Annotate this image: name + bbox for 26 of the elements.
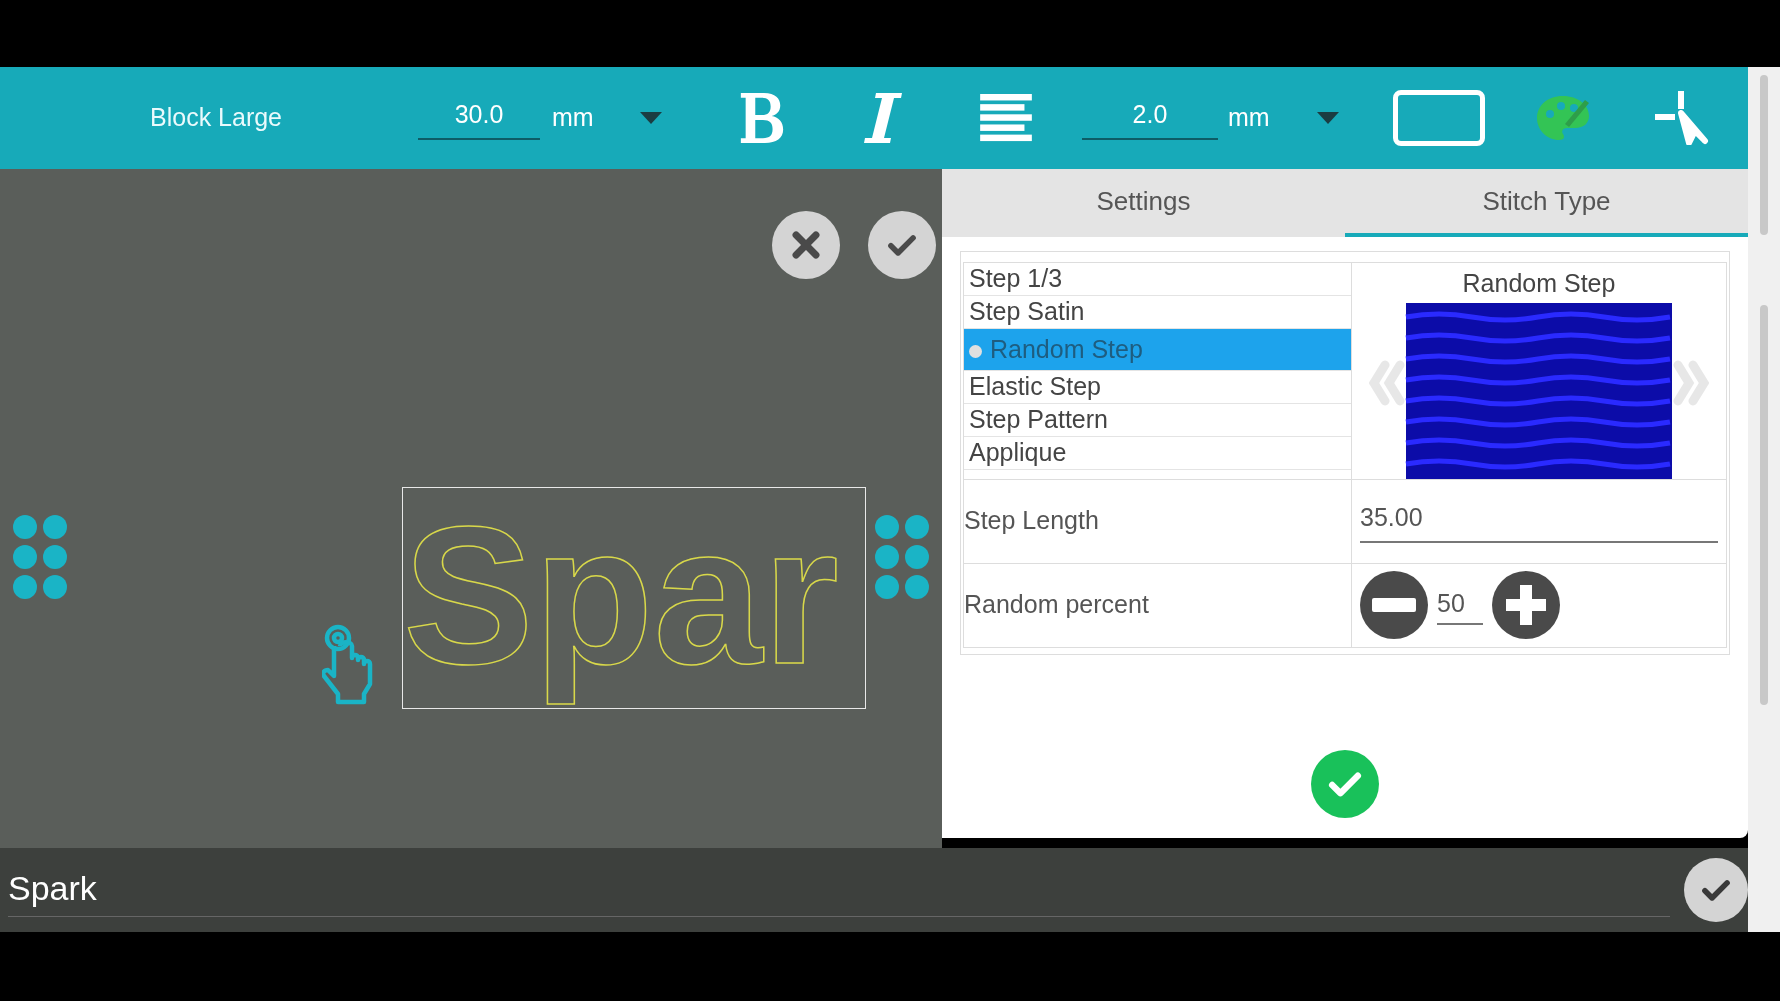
palette-icon[interactable] bbox=[1535, 94, 1591, 142]
tap-hand-icon[interactable] bbox=[322, 624, 374, 706]
plus-icon bbox=[1506, 585, 1546, 625]
preview-title: Random Step bbox=[1462, 268, 1616, 299]
unit-label: mm bbox=[1228, 102, 1270, 134]
stitch-type-item[interactable]: Applique bbox=[964, 437, 1351, 470]
minus-icon bbox=[1372, 598, 1416, 612]
param-label: Random percent bbox=[964, 589, 1149, 621]
caret-icon[interactable] bbox=[640, 112, 662, 124]
frame-button[interactable] bbox=[1393, 90, 1485, 146]
drag-handle-icon[interactable] bbox=[874, 514, 930, 600]
panel-tab[interactable]: Settings bbox=[942, 169, 1345, 237]
step-length-field[interactable]: 35.00 bbox=[1360, 499, 1718, 543]
align-icon[interactable] bbox=[980, 94, 1032, 142]
stitch-type-item[interactable]: Step Pattern bbox=[964, 404, 1351, 437]
stitch-type-item[interactable]: Elastic Step bbox=[964, 371, 1351, 404]
stitch-type-item[interactable]: Step 1/3 bbox=[964, 263, 1351, 296]
unit-label: mm bbox=[552, 102, 594, 134]
italic-icon[interactable] bbox=[862, 91, 904, 145]
design-canvas[interactable]: Spar bbox=[0, 169, 942, 848]
caret-icon[interactable] bbox=[1317, 112, 1339, 124]
close-icon bbox=[789, 228, 823, 262]
design-text: Spar bbox=[403, 488, 839, 704]
drag-handle-icon[interactable] bbox=[12, 514, 68, 600]
param-label: Step Length bbox=[964, 505, 1099, 537]
percent-field[interactable]: 50 bbox=[1437, 585, 1483, 625]
